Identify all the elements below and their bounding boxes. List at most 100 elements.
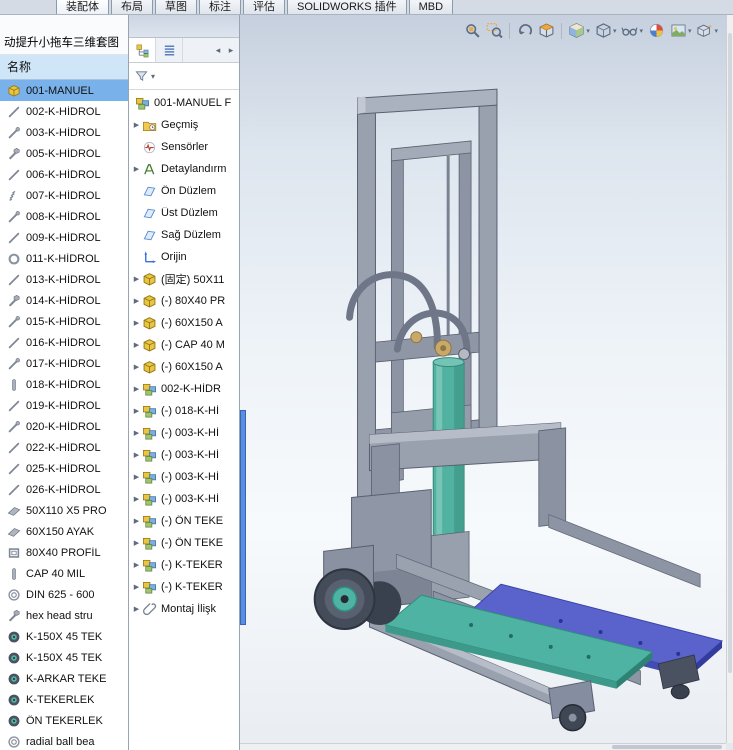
edit-appearance-button[interactable] (647, 21, 666, 40)
tree-item[interactable]: Orijin (129, 246, 239, 268)
parts-list-item[interactable]: 019-K-HİDROL (0, 395, 128, 416)
parts-list-item[interactable]: 50X110 X5 PRO (0, 500, 128, 521)
parts-list-item[interactable]: K-150X 45 TEK (0, 647, 128, 668)
parts-list-item[interactable]: 011-K-HİDROL (0, 248, 128, 269)
tree-item[interactable]: ▶(-) K-TEKER (129, 554, 239, 576)
dropdown-caret-icon[interactable]: ▾ (639, 27, 643, 35)
parts-list-item[interactable]: hex head stru (0, 605, 128, 626)
tree-item[interactable]: 001-MANUEL F (129, 92, 239, 114)
dropdown-caret-icon[interactable]: ▾ (688, 27, 692, 35)
tab-scroll-right-icon[interactable]: ▸ (225, 45, 237, 56)
parts-list-item[interactable]: 026-K-HİDROL (0, 479, 128, 500)
parts-list-item[interactable]: 007-K-HİDROL (0, 185, 128, 206)
expand-arrow-icon[interactable]: ▶ (131, 121, 142, 129)
expand-arrow-icon[interactable]: ▶ (131, 561, 142, 569)
parts-list-item[interactable]: 016-K-HİDROL (0, 332, 128, 353)
expand-arrow-icon[interactable]: ▶ (131, 319, 142, 327)
vertical-scroll-thumb[interactable] (728, 33, 732, 673)
dropdown-caret-icon[interactable]: ▾ (586, 27, 590, 35)
previous-view-button[interactable] (515, 21, 534, 40)
parts-list-item[interactable]: 014-K-HİDROL (0, 290, 128, 311)
zoom-to-fit-button[interactable] (463, 21, 482, 40)
viewport-vertical-scrollbar[interactable] (726, 15, 733, 743)
parts-list-item[interactable]: 001-MANUEL (0, 80, 128, 101)
expand-arrow-icon[interactable]: ▶ (131, 583, 142, 591)
filter-funnel-icon[interactable] (134, 69, 149, 84)
dropdown-caret-icon[interactable]: ▾ (613, 27, 617, 35)
ribbon-tab-6[interactable]: MBD (409, 0, 453, 14)
parts-list-item[interactable]: CAP 40 MIL (0, 563, 128, 584)
expand-arrow-icon[interactable]: ▶ (131, 539, 142, 547)
display-style-button[interactable]: ▾ (594, 21, 618, 40)
graphics-viewport[interactable]: ▾ ▾ ▾ ▾ ▾ (240, 15, 733, 750)
parts-list-item[interactable]: 017-K-HİDROL (0, 353, 128, 374)
apply-scene-button[interactable]: ▾ (669, 21, 693, 40)
tab-propertymanager[interactable] (156, 38, 183, 62)
tree-item[interactable]: ▶(-) 003-K-Hİ (129, 422, 239, 444)
tree-item[interactable]: ▶002-K-HİDR (129, 378, 239, 400)
tree-item[interactable]: ▶(-) K-TEKER (129, 576, 239, 598)
viewport-horizontal-scrollbar[interactable] (240, 743, 726, 750)
tree-item[interactable]: ▶(-) 003-K-Hİ (129, 444, 239, 466)
parts-list-item[interactable]: 006-K-HİDROL (0, 164, 128, 185)
view-orientation-button[interactable]: ▾ (567, 21, 591, 40)
parts-column-header[interactable]: 名称 (0, 55, 128, 80)
tree-item[interactable]: Ön Düzlem (129, 180, 239, 202)
expand-arrow-icon[interactable]: ▶ (131, 605, 142, 613)
tree-item[interactable]: Sensörler (129, 136, 239, 158)
parts-list-item[interactable]: 025-K-HİDROL (0, 458, 128, 479)
tab-scroll-left-icon[interactable]: ◂ (212, 45, 224, 56)
dropdown-caret-icon[interactable]: ▾ (714, 27, 718, 35)
expand-arrow-icon[interactable]: ▶ (131, 451, 142, 459)
parts-list-item[interactable]: 015-K-HİDROL (0, 311, 128, 332)
ribbon-tab-3[interactable]: 标注 (199, 0, 241, 14)
parts-list-item[interactable]: 60X150 AYAK (0, 521, 128, 542)
ribbon-tab-4[interactable]: 评估 (243, 0, 285, 14)
tree-item[interactable]: ▶(-) 018-K-Hİ (129, 400, 239, 422)
section-view-button[interactable] (537, 21, 556, 40)
tree-item[interactable]: ▶Geçmiş (129, 114, 239, 136)
parts-list-item[interactable]: 008-K-HİDROL (0, 206, 128, 227)
tree-item[interactable]: Sağ Düzlem (129, 224, 239, 246)
parts-list-item[interactable]: 80X40 PROFİL (0, 542, 128, 563)
expand-arrow-icon[interactable]: ▶ (131, 297, 142, 305)
parts-list-item[interactable]: DIN 625 - 600 (0, 584, 128, 605)
parts-list-item[interactable]: 005-K-HİDROL (0, 143, 128, 164)
parts-list-item[interactable]: 022-K-HİDROL (0, 437, 128, 458)
parts-list-item[interactable]: 003-K-HİDROL (0, 122, 128, 143)
tree-item[interactable]: Üst Düzlem (129, 202, 239, 224)
expand-arrow-icon[interactable]: ▶ (131, 165, 142, 173)
ribbon-tab-5[interactable]: SOLIDWORKS 插件 (287, 0, 407, 14)
expand-arrow-icon[interactable]: ▶ (131, 363, 142, 371)
tab-featuremanager-tree[interactable] (129, 38, 156, 62)
tree-item[interactable]: ▶(-) ÖN TEKE (129, 532, 239, 554)
horizontal-scroll-thumb[interactable] (612, 745, 722, 749)
tree-item[interactable]: ▶(-) 003-K-Hİ (129, 488, 239, 510)
expand-arrow-icon[interactable]: ▶ (131, 495, 142, 503)
parts-list-item[interactable]: 020-K-HİDROL (0, 416, 128, 437)
expand-arrow-icon[interactable]: ▶ (131, 429, 142, 437)
parts-list-item[interactable]: 009-K-HİDROL (0, 227, 128, 248)
tree-item[interactable]: ▶(-) 003-K-Hİ (129, 466, 239, 488)
parts-list-item[interactable]: K-ARKAR TEKE (0, 668, 128, 689)
tree-item[interactable]: ▶Montaj İlişk (129, 598, 239, 620)
filter-dropdown-caret-icon[interactable]: ▾ (151, 72, 155, 81)
ribbon-tab-2[interactable]: 草图 (155, 0, 197, 14)
parts-list-item[interactable]: K-TEKERLEK (0, 689, 128, 710)
tree-item[interactable]: ▶(-) 80X40 PR (129, 290, 239, 312)
tree-item[interactable]: ▶(-) 60X150 A (129, 312, 239, 334)
ribbon-tab-0[interactable]: 装配体 (56, 0, 109, 14)
parts-list-item[interactable]: radial ball bea (0, 731, 128, 750)
tree-item[interactable]: ▶(-) CAP 40 M (129, 334, 239, 356)
expand-arrow-icon[interactable]: ▶ (131, 517, 142, 525)
parts-list-item[interactable]: ÖN TEKERLEK (0, 710, 128, 731)
hide-show-items-button[interactable]: ▾ (620, 21, 644, 40)
model-3d-lift-truck[interactable] (240, 15, 733, 750)
expand-arrow-icon[interactable]: ▶ (131, 341, 142, 349)
parts-list-item[interactable]: 002-K-HİDROL (0, 101, 128, 122)
tree-item[interactable]: ▶(固定) 50X11 (129, 268, 239, 290)
panel-splitter-handle[interactable] (240, 410, 246, 625)
parts-list-item[interactable]: 013-K-HİDROL (0, 269, 128, 290)
expand-arrow-icon[interactable]: ▶ (131, 385, 142, 393)
zoom-to-area-button[interactable] (485, 21, 504, 40)
